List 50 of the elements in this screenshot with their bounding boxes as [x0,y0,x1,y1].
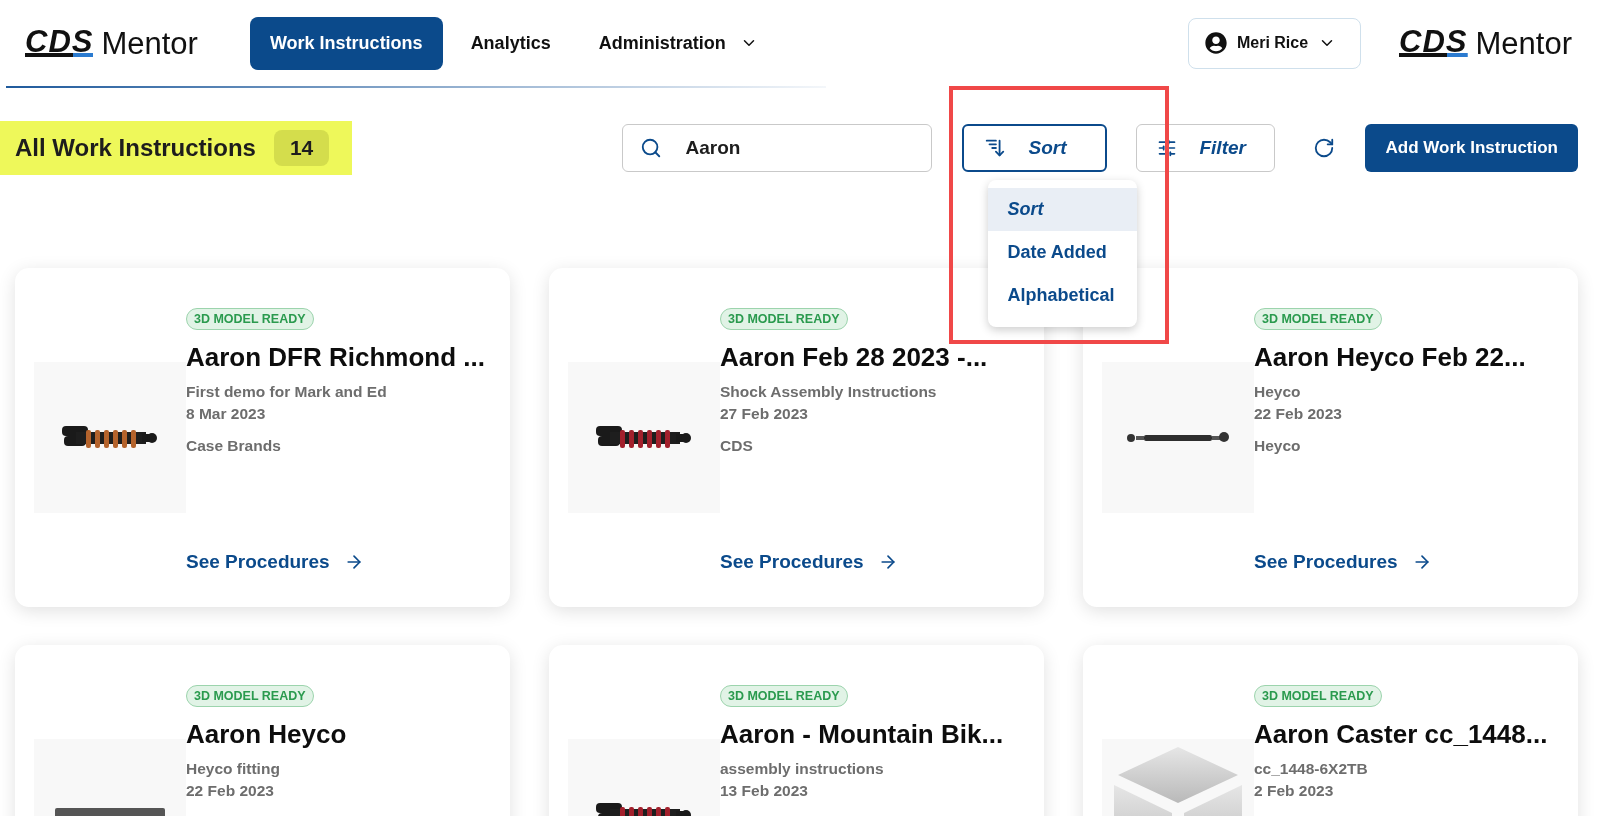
sliders-icon [1157,138,1178,158]
card-description: First demo for Mark and Ed [186,383,387,401]
see-procedures-link[interactable]: See Procedures [186,551,364,573]
card-title: Aaron Heyco [186,719,347,750]
status-badge: 3D MODEL READY [186,308,314,330]
card-description: assembly instructions [720,760,884,778]
card-date: 8 Mar 2023 [186,405,266,423]
menu-item[interactable]: Alphabetical [988,274,1138,317]
card-description: Shock Assembly Instructions [720,383,937,401]
refresh-icon [1313,137,1336,159]
card-date: 27 Feb 2023 [720,405,808,423]
nav-tab[interactable]: Administration [578,16,778,70]
add-work-instruction-button[interactable]: Add Work Instruction [1365,124,1578,172]
card-title: Aaron Feb 28 2023 -... [720,342,988,373]
card-title: Aaron Heyco Feb 22... [1254,342,1526,373]
logo-wordmark: Mentor [1475,27,1572,59]
page-title: All Work Instructions [15,134,256,162]
count-badge: 14 [273,130,330,166]
card-date: 13 Feb 2023 [720,782,808,800]
nav-tab[interactable]: Work Instructions [249,16,443,70]
card-title: Aaron - Mountain Bik... [720,719,1004,750]
card-description: Heyco fitting [186,760,280,778]
card-date: 22 Feb 2023 [1254,405,1342,423]
see-procedures-link[interactable]: See Procedures [720,551,898,573]
nav-tab[interactable]: Analytics [450,16,571,70]
status-badge: 3D MODEL READY [1254,308,1382,330]
status-badge: 3D MODEL READY [1254,685,1382,707]
card-description: Heyco [1254,383,1301,401]
status-badge: 3D MODEL READY [720,685,848,707]
card-title: Aaron DFR Richmond ... [186,342,485,373]
card-date: 22 Feb 2023 [186,782,274,800]
card-brand: CDS [720,437,753,455]
sort-button[interactable]: Sort [962,124,1108,172]
search-field[interactable]: Aaron [622,124,933,172]
card-title: Aaron Caster cc_1448... [1254,719,1548,750]
card-description: cc_1448-6X2TB [1254,760,1368,778]
status-badge: 3D MODEL READY [720,308,848,330]
filter-button[interactable]: Filter [1136,124,1276,172]
logo-wordmark: Mentor [101,27,198,59]
user-menu-button[interactable]: Meri Rice [1187,17,1362,69]
search-icon [640,137,663,159]
menu-item[interactable]: Sort [988,188,1138,231]
user-icon [1204,32,1227,54]
card-date: 2 Feb 2023 [1254,782,1334,800]
card-brand: Heyco [1254,437,1301,455]
menu-item[interactable]: Date Added [988,231,1138,274]
sort-icon [984,137,1007,159]
status-badge: 3D MODEL READY [186,685,314,707]
see-procedures-link[interactable]: See Procedures [1254,551,1432,573]
card-brand: Case Brands [186,437,281,455]
